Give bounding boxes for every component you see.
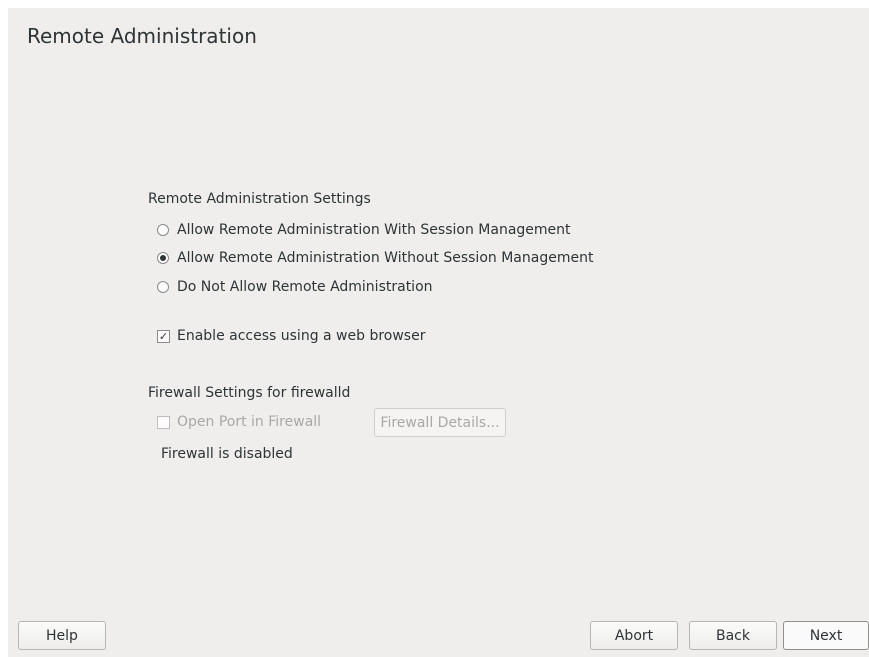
help-button[interactable]: Help [18, 621, 106, 650]
check-icon[interactable]: ✓ [157, 329, 170, 343]
firewall-section-title: Firewall Settings for firewalld [148, 385, 351, 401]
radio-selected-icon[interactable] [157, 252, 169, 264]
firewall-status: Firewall is disabled [161, 446, 293, 462]
checkbox-unchecked-icon[interactable] [157, 415, 170, 429]
web-browser-checkbox[interactable]: ✓ Enable access using a web browser [157, 326, 425, 346]
radio-unselected-icon[interactable] [157, 281, 169, 293]
abort-button[interactable]: Abort [590, 621, 678, 650]
open-port-checkbox[interactable]: Open Port in Firewall [157, 412, 321, 432]
radio-without-session-label: Allow Remote Administration Without Sess… [177, 250, 594, 266]
radio-do-not-allow-label: Do Not Allow Remote Administration [177, 279, 433, 295]
web-browser-label: Enable access using a web browser [177, 328, 426, 344]
open-port-label: Open Port in Firewall [177, 414, 322, 430]
radio-unselected-icon[interactable] [157, 224, 169, 236]
remote-admin-section-title: Remote Administration Settings [148, 191, 371, 207]
radio-with-session-label: Allow Remote Administration With Session… [177, 222, 571, 238]
main-panel [8, 8, 869, 657]
radio-do-not-allow[interactable]: Do Not Allow Remote Administration [157, 277, 433, 297]
radio-without-session-management[interactable]: Allow Remote Administration Without Sess… [157, 248, 593, 268]
page-title: Remote Administration [27, 24, 257, 48]
radio-dot-icon [160, 255, 166, 261]
firewall-details-button[interactable]: Firewall Details... [374, 408, 506, 437]
radio-with-session-management[interactable]: Allow Remote Administration With Session… [157, 220, 571, 240]
back-button[interactable]: Back [689, 621, 777, 650]
next-button[interactable]: Next [783, 621, 869, 650]
